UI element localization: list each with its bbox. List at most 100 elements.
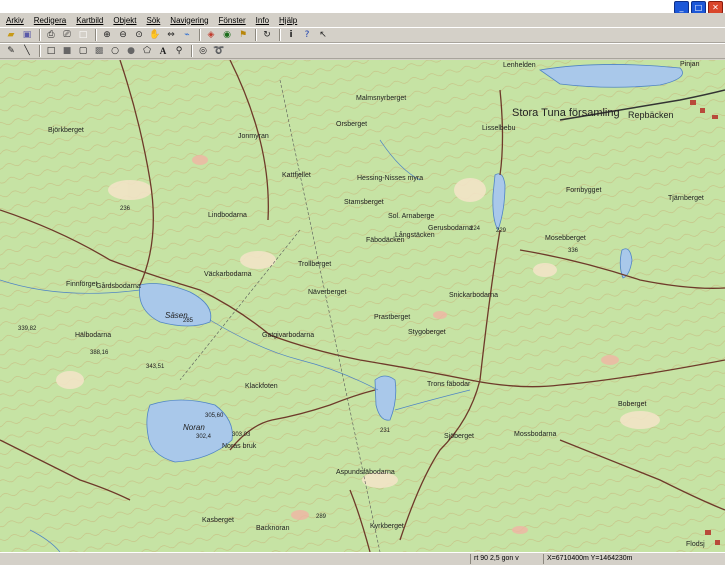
topographic-map: Lenhelden Stora Tuna församling Repbäcke… <box>0 60 725 552</box>
height-label: 305,60 <box>205 413 224 419</box>
scale-readout: rt 90 2,5 gon v <box>470 554 519 564</box>
info-icon[interactable]: i <box>284 29 298 42</box>
toolbar-separator <box>191 45 193 57</box>
polygon-icon[interactable]: ⬠ <box>140 45 154 58</box>
height-label: 224 <box>470 226 481 232</box>
place-label: Sjöberget <box>444 433 474 440</box>
place-label: Noras bruk <box>222 443 257 450</box>
height-label: 343,51 <box>146 364 165 370</box>
place-label: Lisselbebu <box>482 125 516 132</box>
menu-fonster[interactable]: Fönster <box>219 16 246 25</box>
height-label: 336 <box>568 248 579 254</box>
main-toolbar: ▰ ▣ ⎙ ⎚ □ ⊕ ⊖ ⊙ ✋ ⇔ ⌁ ◈ ◉ ⚑ ↻ i ? ↖ <box>0 27 725 43</box>
menu-arkiv[interactable]: Arkiv <box>6 16 24 25</box>
place-label: Pinjan <box>680 61 700 68</box>
menu-objekt[interactable]: Objekt <box>113 16 136 25</box>
menu-redigera[interactable]: Redigera <box>34 16 66 25</box>
height-label: 289 <box>316 514 327 520</box>
place-label: Mosebberget <box>545 235 586 242</box>
place-label: Backnoran <box>256 525 290 532</box>
height-label: 303,03 <box>232 432 251 438</box>
place-label: Fäbodäcken <box>366 237 405 244</box>
toolbar-separator <box>95 29 97 41</box>
place-label: Finnförget <box>66 281 98 288</box>
pin-icon[interactable]: ⚲ <box>172 45 186 58</box>
place-label: Klackfoten <box>245 383 278 390</box>
menu-kartbild[interactable]: Kartbild <box>76 16 103 25</box>
zoom-out-icon[interactable]: ⊖ <box>116 29 130 42</box>
place-label: Malmsnyrberget <box>356 95 406 102</box>
place-label: Kyrkberget <box>370 523 404 530</box>
filled-circle-icon[interactable]: ● <box>124 45 138 58</box>
height-label: 231 <box>380 428 391 434</box>
place-label: Näverberget <box>308 289 347 296</box>
place-label: Tjärnberget <box>668 195 704 202</box>
eye-icon[interactable]: ◎ <box>196 45 210 58</box>
pointer-help-icon[interactable]: ↖ <box>316 29 330 42</box>
drawing-toolbar: ✎ ╲ □ ■ ▢ ▩ ○ ● ⬠ A ⚲ ◎ ➰ <box>0 43 725 59</box>
height-label: 302,4 <box>196 434 212 440</box>
zoom-in-icon[interactable]: ⊕ <box>100 29 114 42</box>
menu-hjalp[interactable]: Hjälp <box>279 16 297 25</box>
place-label: Stygoberget <box>408 329 446 336</box>
text-icon[interactable]: A <box>156 45 170 58</box>
place-label: Mossbodarna <box>514 431 557 438</box>
line-icon[interactable]: ╲ <box>20 45 34 58</box>
toolbar-separator <box>279 29 281 41</box>
refresh-icon[interactable]: ↻ <box>260 29 274 42</box>
coordinate-readout: X=6710400m Y=1464230m <box>543 554 633 564</box>
place-label: Trollberget <box>298 261 331 268</box>
flag-icon[interactable]: ⚑ <box>236 29 250 42</box>
place-label: Aspundsfäbodarna <box>336 469 395 476</box>
place-label: Hessing-Nisses myra <box>357 175 423 182</box>
height-label: 388,16 <box>90 350 109 356</box>
filled-rectangle-icon[interactable]: ■ <box>60 45 74 58</box>
help-icon[interactable]: ? <box>300 29 314 42</box>
place-label: Kasberget <box>202 517 234 524</box>
print-preview-icon[interactable]: ⎚ <box>60 29 74 42</box>
place-label: Boberget <box>618 401 646 408</box>
gps-icon[interactable]: ◉ <box>220 29 234 42</box>
height-label: 339,82 <box>18 326 37 332</box>
map-view[interactable]: Lenhelden Stora Tuna församling Repbäcke… <box>0 60 725 552</box>
place-label: Stora Tuna församling <box>512 107 620 119</box>
pan-hand-icon[interactable]: ✋ <box>148 29 162 42</box>
height-label: 229 <box>496 228 507 234</box>
place-label: Björkberget <box>48 127 84 134</box>
blank-icon[interactable]: □ <box>76 29 90 42</box>
zoom-fit-icon[interactable]: ⊙ <box>132 29 146 42</box>
window-controls: _ □ ✕ <box>674 0 723 14</box>
toolbar-separator <box>39 29 41 41</box>
place-label: Flodsj <box>686 541 705 548</box>
toolbar-separator <box>39 45 41 57</box>
place-label: Lenhelden <box>503 62 536 69</box>
place-label: Orsberget <box>336 121 367 128</box>
menu-sok[interactable]: Sök <box>147 16 161 25</box>
pencil-icon[interactable]: ✎ <box>4 45 18 58</box>
circle-icon[interactable]: ○ <box>108 45 122 58</box>
route-icon[interactable]: ⌁ <box>180 29 194 42</box>
place-label: Gårdsbodarna <box>96 282 141 290</box>
rounded-rect-icon[interactable]: ▢ <box>76 45 90 58</box>
filled-rounded-rect-icon[interactable]: ▩ <box>92 45 106 58</box>
toolbar-separator <box>255 29 257 41</box>
place-label: Hälbodarna <box>75 332 111 339</box>
open-icon[interactable]: ▰ <box>4 29 18 42</box>
menu-info[interactable]: Info <box>256 16 269 25</box>
status-bar: rt 90 2,5 gon v X=6710400m Y=1464230m <box>0 552 725 565</box>
menu-navigering[interactable]: Navigering <box>170 16 208 25</box>
print-icon[interactable]: ⎙ <box>44 29 58 42</box>
place-label: Lindbodarna <box>208 212 247 219</box>
place-label: Väckarbodarna <box>204 271 252 278</box>
lake-north <box>538 64 683 88</box>
place-label: Gatgivarbodarna <box>262 332 314 339</box>
measure-icon[interactable]: ⇔ <box>164 29 178 42</box>
place-label: Snickarbodarna <box>449 292 498 299</box>
lasso-icon[interactable]: ➰ <box>212 45 226 58</box>
title-bar: _ □ ✕ <box>0 0 725 14</box>
rectangle-icon[interactable]: □ <box>44 45 58 58</box>
save-icon[interactable]: ▣ <box>20 29 34 42</box>
place-label: Sol. Arnaberge <box>388 213 434 220</box>
place-label: Kattfjellet <box>282 172 311 179</box>
layers-icon[interactable]: ◈ <box>204 29 218 42</box>
